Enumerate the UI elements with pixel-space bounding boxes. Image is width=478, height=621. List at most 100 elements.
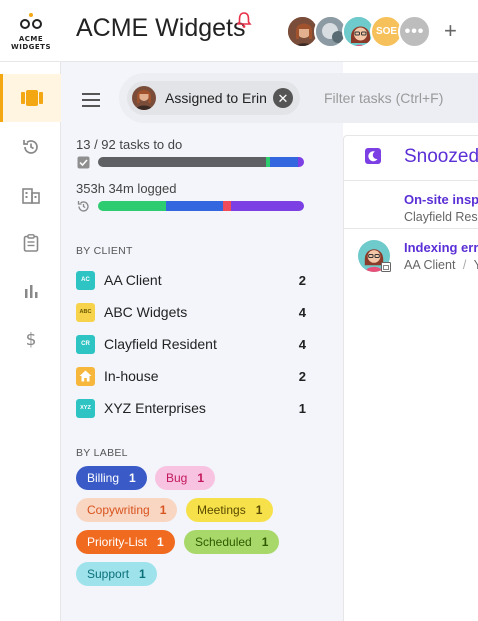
time-logged-text: 353h 34m logged xyxy=(76,181,177,196)
bar-segment-red xyxy=(223,201,231,211)
filter-tasks-input[interactable]: Filter tasks (Ctrl+F) xyxy=(324,90,443,106)
label-name: Bug xyxy=(166,471,188,485)
label-count: 1 xyxy=(255,503,263,517)
client-name: Clayfield Resident xyxy=(104,336,217,352)
home-icon xyxy=(79,370,92,382)
bar-segment-blue xyxy=(270,157,298,167)
checkbox-icon xyxy=(77,156,90,169)
panel-divider xyxy=(343,181,344,621)
close-icon: ✕ xyxy=(277,90,289,106)
client-row[interactable]: CR Clayfield Resident 4 xyxy=(76,333,306,355)
logo-mark-icon xyxy=(20,13,42,29)
label-chip-priority-list[interactable]: Priority-List 1 xyxy=(76,530,175,554)
client-count: 4 xyxy=(298,336,306,352)
history-icon xyxy=(77,201,89,212)
menu-toggle-icon[interactable] xyxy=(82,93,100,107)
client-count: 2 xyxy=(298,272,306,288)
snooze-moon-icon xyxy=(365,148,381,164)
nav-item-reports[interactable] xyxy=(0,267,61,315)
client-name: In-house xyxy=(104,368,159,384)
client-name: ABC Widgets xyxy=(104,304,188,320)
notification-bell-icon[interactable] xyxy=(236,11,252,29)
clipboard-icon xyxy=(23,234,38,252)
history-icon xyxy=(22,140,38,154)
label-name: Priority-List xyxy=(87,535,148,549)
more-members-button[interactable]: ••• xyxy=(398,15,431,48)
add-button[interactable]: + xyxy=(444,20,457,42)
client-row[interactable]: XYZ XYZ Enterprises 1 xyxy=(76,397,306,419)
task-client: Clayfield Res xyxy=(404,210,478,224)
label-chip-copywriting[interactable]: Copywriting 1 xyxy=(76,498,178,522)
label-chip-billing[interactable]: Billing 1 xyxy=(76,466,147,490)
time-logged-bar xyxy=(98,201,304,211)
tasks-progress-row xyxy=(76,155,306,169)
task-title[interactable]: Indexing err xyxy=(404,240,478,255)
app-title: ACME Widgets xyxy=(76,14,246,42)
label-name: Copywriting xyxy=(87,503,150,517)
client-row[interactable]: ABC ABC Widgets 4 xyxy=(76,301,306,323)
bar-segment-blue xyxy=(166,201,223,211)
nav-item-billing[interactable]: $ xyxy=(0,315,61,363)
client-badge xyxy=(76,366,95,386)
label-count: 1 xyxy=(197,471,205,485)
label-count: 1 xyxy=(129,471,136,485)
nav-item-clipboard[interactable] xyxy=(0,219,61,267)
chip-avatar xyxy=(132,86,156,110)
client-badge: ABC xyxy=(76,302,95,322)
nav-item-history[interactable] xyxy=(0,123,61,171)
tasks-progress-bar xyxy=(98,157,304,167)
chip-label: Assigned to Erin xyxy=(165,90,267,106)
client-badge: XYZ xyxy=(76,398,95,418)
billing-icon: $ xyxy=(25,330,36,349)
client-badge: AC xyxy=(76,270,95,290)
label-chip-support[interactable]: Support 1 xyxy=(76,562,157,586)
client-row[interactable]: AC AA Client 2 xyxy=(76,269,306,291)
bar-segment-green xyxy=(98,201,166,211)
task-project: Y xyxy=(473,258,478,272)
time-logged-row xyxy=(76,199,306,213)
bar-segment-purple xyxy=(298,157,304,167)
label-name: Support xyxy=(87,567,130,581)
client-count: 2 xyxy=(298,368,306,384)
task-divider xyxy=(343,228,478,229)
logo-line-2: WIDGETS xyxy=(11,43,51,51)
logo-line-1: ACME xyxy=(18,35,44,43)
label-count: 1 xyxy=(157,535,164,549)
client-count: 4 xyxy=(298,304,306,320)
clients-icon xyxy=(21,188,40,204)
task-client: AA Client xyxy=(404,258,456,272)
remove-filter-button[interactable]: ✕ xyxy=(273,88,293,108)
svg-text:$: $ xyxy=(25,330,36,349)
client-count: 1 xyxy=(298,400,306,416)
label-chip-bug[interactable]: Bug 1 xyxy=(155,466,216,490)
client-name: XYZ Enterprises xyxy=(104,400,206,416)
by-label-heading: BY LABEL xyxy=(76,447,128,459)
client-row[interactable]: In-house 2 xyxy=(76,365,306,387)
label-chip-scheduled[interactable]: Scheduled 1 xyxy=(184,530,280,554)
nav-item-clients[interactable] xyxy=(0,171,61,219)
tasks-progress-text: 13 / 92 tasks to do xyxy=(76,137,183,152)
nav-item-tasks[interactable] xyxy=(0,74,61,122)
sidebar-nav: $ xyxy=(0,62,61,621)
assignee-filter-chip[interactable]: Assigned to Erin ✕ xyxy=(127,81,300,115)
client-badge: CR xyxy=(76,334,95,354)
app-logo[interactable]: ACME WIDGETS xyxy=(8,12,54,54)
top-bar: ACME WIDGETS ACME Widgets SOE ••• + xyxy=(0,0,478,62)
bar-segment-done xyxy=(98,157,266,167)
client-name: AA Client xyxy=(104,272,162,288)
label-chip-meetings[interactable]: Meetings 1 xyxy=(186,498,274,522)
calendar-badge-icon xyxy=(381,262,391,272)
moon-icon xyxy=(368,151,378,162)
label-name: Billing xyxy=(87,471,120,485)
task-title[interactable]: On-site insp xyxy=(404,192,478,207)
breadcrumb-separator: / xyxy=(462,258,467,272)
avatar-photo-icon xyxy=(132,86,156,110)
label-count: 1 xyxy=(139,567,146,581)
tasks-icon xyxy=(21,90,43,106)
label-name: Meetings xyxy=(197,503,246,517)
by-client-heading: BY CLIENT xyxy=(76,245,133,257)
reports-icon xyxy=(24,285,37,298)
label-name: Scheduled xyxy=(195,535,252,549)
snoozed-title: Snoozed xyxy=(404,146,478,167)
label-count: 1 xyxy=(261,535,269,549)
